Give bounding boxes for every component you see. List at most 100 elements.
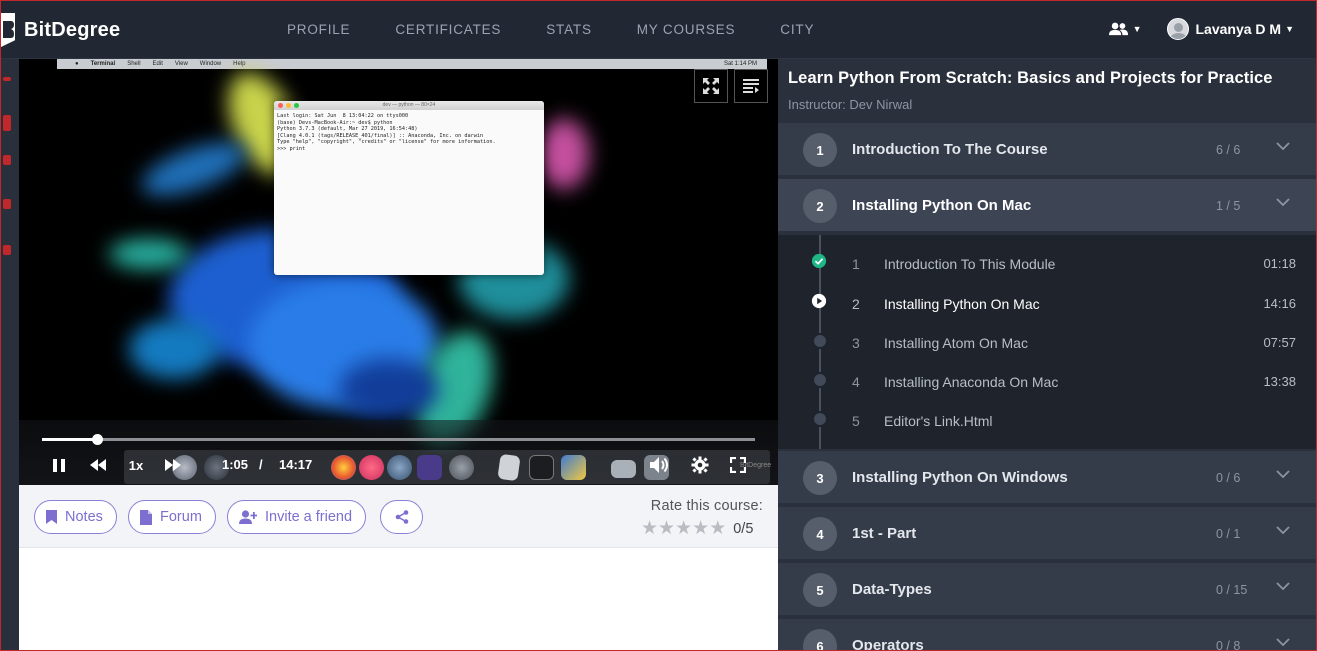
mac-menu-item: Edit [152, 61, 163, 67]
strip-marker [3, 155, 11, 165]
chevron-down-icon [1276, 638, 1290, 647]
pause-button[interactable] [49, 455, 69, 475]
lesson-duration: 07:57 [1263, 335, 1296, 350]
settings-button[interactable] [689, 454, 711, 476]
add-user-icon [239, 510, 257, 524]
playlist-toggle-button[interactable] [734, 69, 768, 103]
forum-label: Forum [160, 509, 202, 525]
star-icon[interactable]: ★ [641, 519, 658, 538]
volume-button[interactable] [647, 454, 671, 476]
fast-forward-icon [164, 459, 181, 471]
lesson-title: Installing Anaconda On Mac [884, 374, 1059, 390]
pause-icon [53, 458, 65, 472]
nav-my-courses[interactable]: MY COURSES [637, 22, 736, 37]
lesson-title: Installing Python On Mac [884, 296, 1040, 312]
lesson-number: 2 [852, 296, 860, 312]
mac-clock: Sat 1:14 PM [723, 61, 757, 67]
brand-name: BitDegree [24, 18, 121, 41]
list-icon [743, 79, 759, 93]
section-title: Data-Types [852, 581, 932, 598]
user-name[interactable]: Lavanya D M [1195, 21, 1281, 37]
video-mac-menubar: ● Terminal Shell Edit View Window Help S… [57, 59, 767, 69]
fullscreen-icon [730, 457, 746, 473]
chevron-down-icon [1276, 198, 1290, 207]
section-title: Installing Python On Windows [852, 469, 1068, 486]
video-progress-fill [42, 438, 97, 441]
section-number: 1 [803, 133, 837, 167]
expand-arrows-icon [703, 78, 719, 94]
dock-app [529, 455, 554, 480]
rating-stars[interactable]: ★ ★ ★ ★ ★ 0/5 [641, 519, 753, 538]
notes-button[interactable]: Notes [34, 500, 117, 534]
terminal-titlebar: dev — python — 80×24 [274, 101, 544, 110]
video-player[interactable]: ● Terminal Shell Edit View Window Help S… [19, 59, 778, 485]
lesson-duration: 01:18 [1263, 256, 1296, 271]
section-title: Operators [852, 637, 924, 651]
chevron-down-icon [1276, 142, 1290, 151]
lesson-number: 3 [852, 335, 860, 351]
pending-dot-icon [812, 411, 828, 427]
forum-button[interactable]: Forum [128, 500, 216, 534]
share-button[interactable] [380, 500, 423, 534]
video-controls: BitDegree 1x 1:05 / 14:17 [19, 420, 778, 485]
nav-certificates[interactable]: CERTIFICATES [395, 22, 501, 37]
video-progress-handle[interactable] [91, 434, 103, 445]
section-item-2[interactable]: 2 Installing Python On Mac 1 / 5 [778, 177, 1316, 231]
terminal-output: Last login: Sat Jun 8 13:04:22 on ttys00… [277, 113, 496, 152]
document-icon [140, 509, 152, 525]
caret-down-icon: ▼ [1132, 24, 1142, 34]
lesson-title: Editor's Link.Html [884, 413, 993, 429]
course-sidebar: Learn Python From Scratch: Basics and Pr… [778, 59, 1316, 651]
mac-menu-item: Help [233, 61, 246, 67]
section-item-6[interactable]: 6 Operators 0 / 8 [778, 617, 1316, 651]
nav-profile[interactable]: PROFILE [287, 22, 350, 37]
mac-menu-item: Window [199, 61, 222, 67]
lesson-duration: 14:16 [1263, 296, 1296, 311]
lesson-item-1[interactable]: 1 Introduction To This Module 01:18 [778, 249, 1316, 277]
video-duration: 14:17 [279, 457, 313, 472]
invite-friend-button[interactable]: Invite a friend [227, 500, 367, 534]
strip-marker [3, 115, 11, 131]
section-number: 4 [803, 517, 837, 551]
bookmark-icon [46, 510, 57, 524]
brand-logo[interactable]: BitDegree [1, 13, 120, 47]
mac-menu-item: View [174, 61, 188, 67]
section-item-4[interactable]: 4 1st - Part 0 / 1 [778, 505, 1316, 559]
lesson-item-2[interactable]: 2 Installing Python On Mac 14:16 [778, 289, 1316, 317]
section-number: 3 [803, 461, 837, 495]
video-progress-bar[interactable] [42, 434, 755, 445]
nav-city[interactable]: CITY [780, 22, 814, 37]
star-icon[interactable]: ★ [675, 519, 692, 538]
people-icon[interactable]: ▼ [1109, 18, 1141, 40]
playback-speed-button[interactable]: 1x [125, 455, 147, 475]
course-instructor: Instructor: Dev Nirwal [788, 97, 913, 112]
rewind-button[interactable] [87, 455, 109, 475]
star-icon[interactable]: ★ [709, 519, 726, 538]
pending-dot-icon [812, 372, 828, 388]
user-caret-down-icon[interactable]: ▼ [1285, 24, 1294, 34]
apple-icon: ● [75, 61, 79, 67]
lesson-number: 1 [852, 256, 860, 272]
avatar[interactable] [1167, 18, 1190, 40]
section-item-1[interactable]: 1 Introduction To The Course 6 / 6 [778, 121, 1316, 175]
dock-app [359, 455, 384, 480]
fast-forward-button[interactable] [162, 455, 184, 475]
invite-label: Invite a friend [265, 509, 353, 525]
fullscreen-button[interactable] [727, 454, 749, 476]
rating-value: 0/5 [733, 520, 754, 537]
star-icon[interactable]: ★ [692, 519, 709, 538]
section-item-3[interactable]: 3 Installing Python On Windows 0 / 6 [778, 449, 1316, 503]
lesson-item-3[interactable]: 3 Installing Atom On Mac 07:57 [778, 328, 1316, 356]
mac-menu-item: Shell [127, 61, 141, 67]
section-item-5[interactable]: 5 Data-Types 0 / 15 [778, 561, 1316, 615]
section-progress: 0 / 15 [1216, 583, 1248, 597]
lesson-item-4[interactable]: 4 Installing Anaconda On Mac 13:38 [778, 367, 1316, 395]
lesson-item-5[interactable]: 5 Editor's Link.Html [778, 406, 1316, 434]
nav-stats[interactable]: STATS [546, 22, 592, 37]
star-icon[interactable]: ★ [658, 519, 675, 538]
check-circle-icon [811, 253, 827, 269]
chevron-down-icon [1276, 470, 1290, 479]
video-mac-dock: BitDegree [124, 450, 771, 484]
fullscreen-expand-button[interactable] [694, 69, 728, 103]
section-progress: 0 / 6 [1216, 471, 1241, 485]
